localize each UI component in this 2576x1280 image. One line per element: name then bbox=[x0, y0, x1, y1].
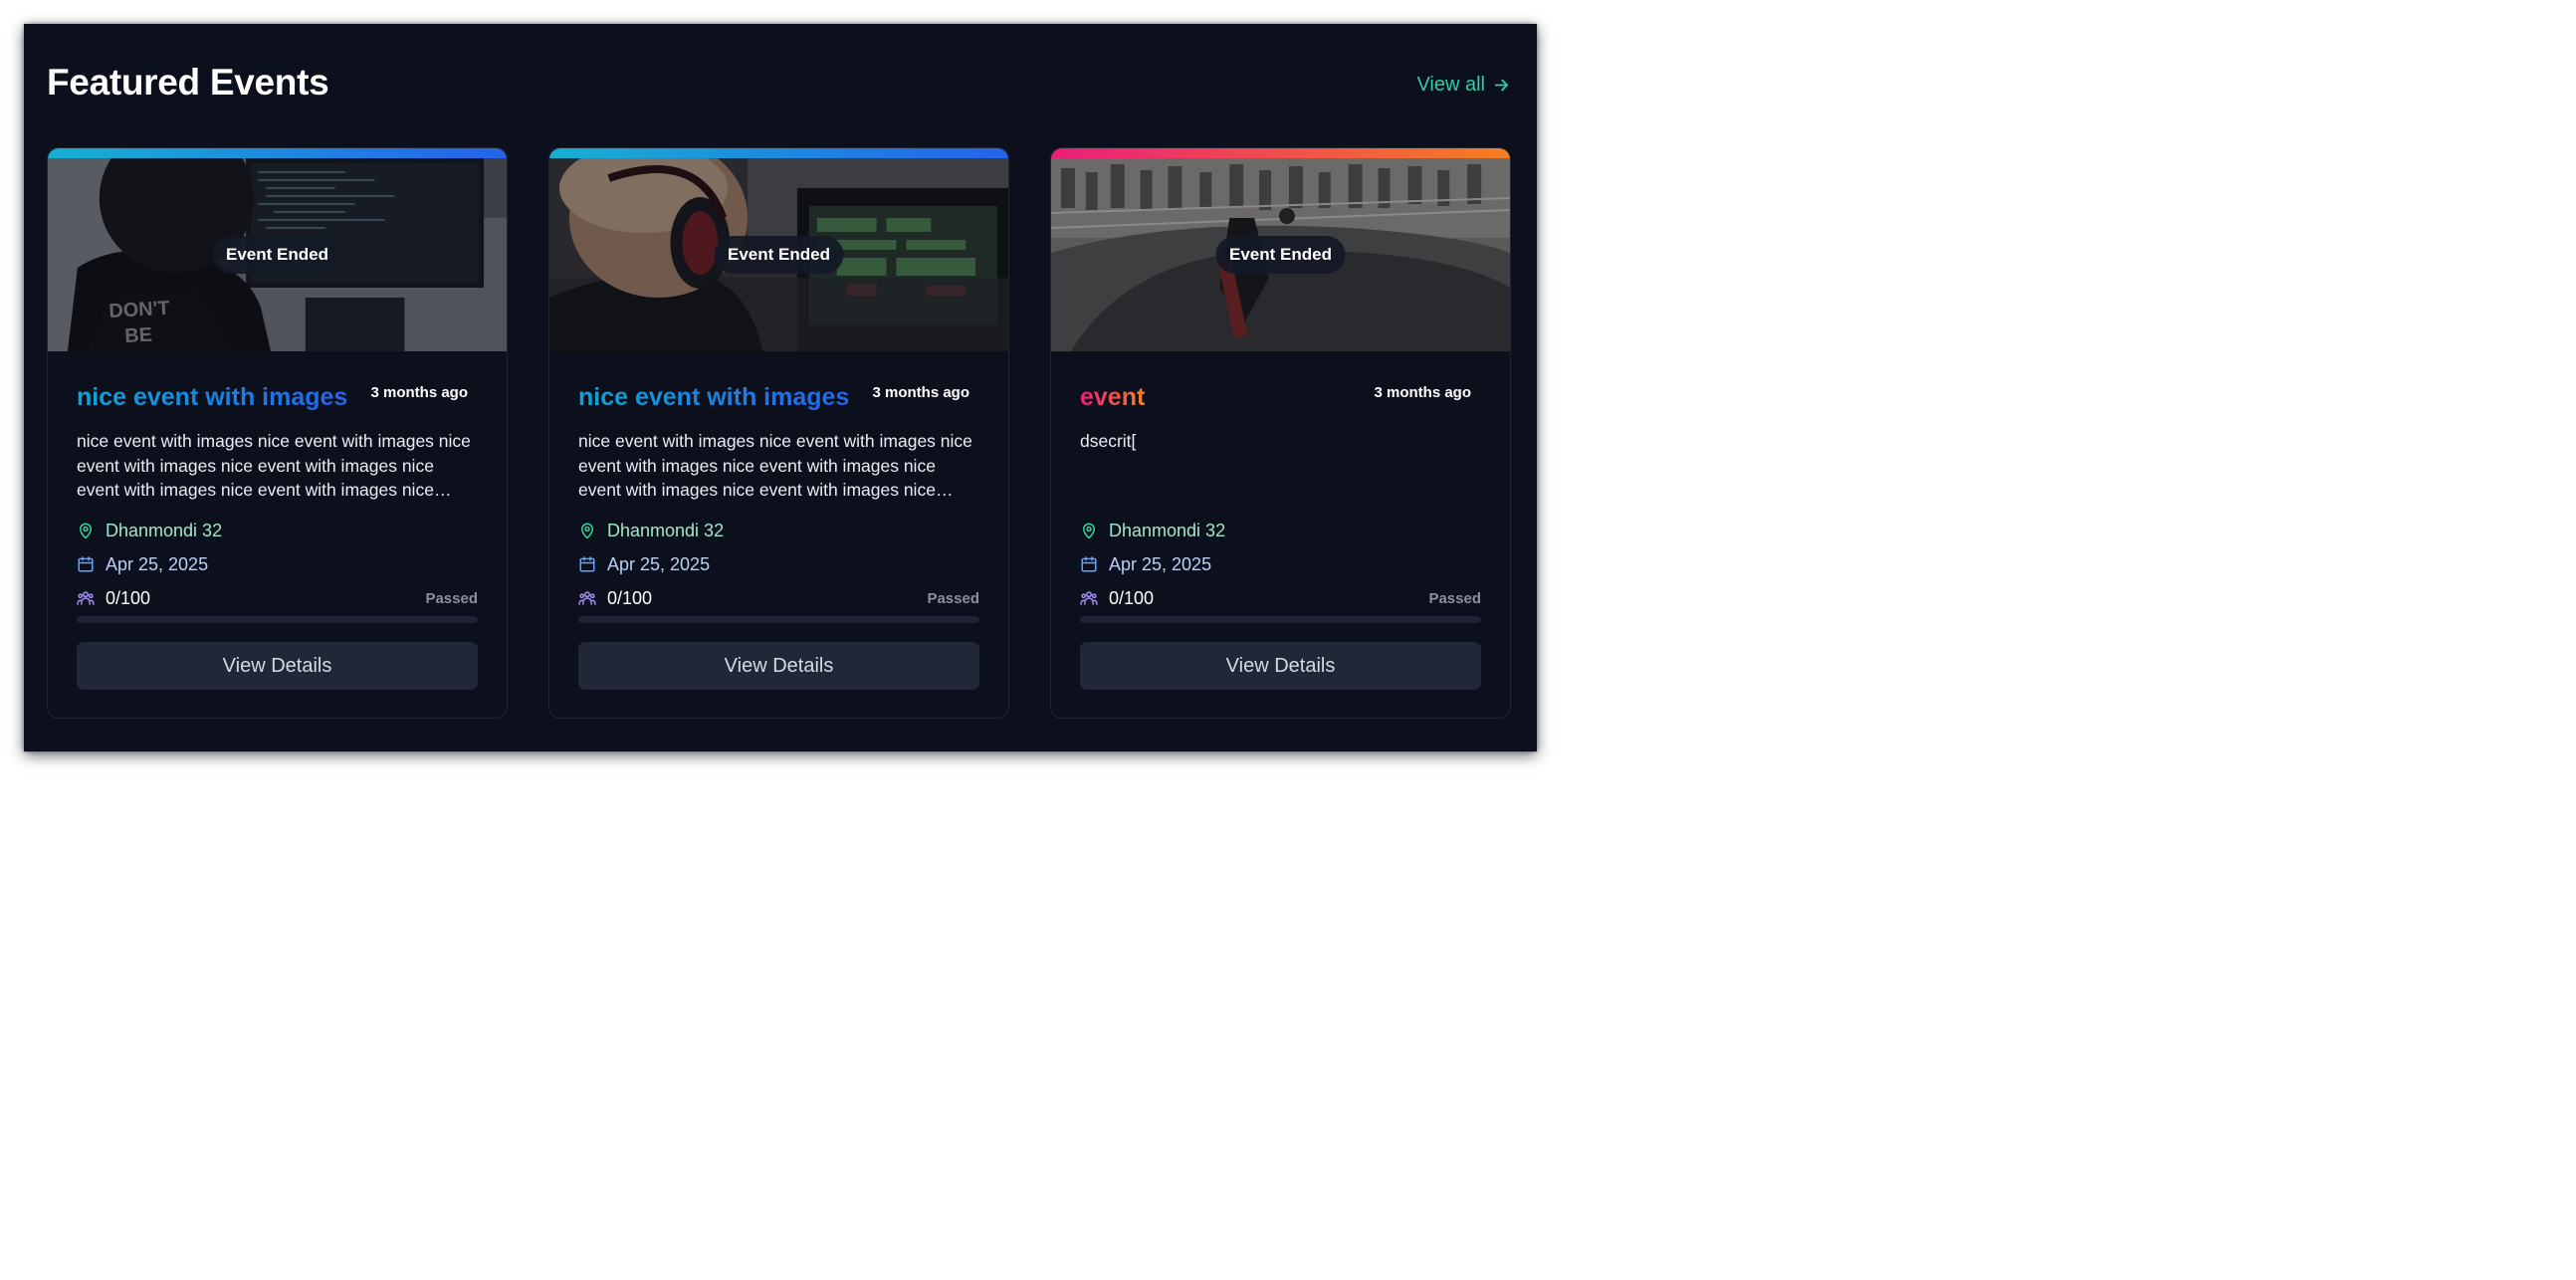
event-location: Dhanmondi 32 bbox=[578, 519, 979, 542]
date-text: Apr 25, 2025 bbox=[607, 553, 711, 574]
event-description: nice event with images nice event with i… bbox=[578, 431, 972, 500]
event-location: Dhanmondi 32 bbox=[77, 519, 478, 542]
event-card[interactable]: Event Ended nice event with images 3 mon… bbox=[548, 147, 1009, 719]
map-pin-icon bbox=[581, 523, 593, 539]
event-title[interactable]: nice event with images bbox=[77, 379, 347, 415]
event-image: Event Ended bbox=[549, 158, 1008, 351]
users-icon bbox=[1080, 591, 1098, 605]
time-ago: 3 months ago bbox=[872, 384, 969, 401]
time-ago: 3 months ago bbox=[370, 384, 468, 401]
view-details-button[interactable]: View Details bbox=[77, 642, 478, 690]
location-text: Dhanmondi 32 bbox=[607, 520, 725, 540]
date-text: Apr 25, 2025 bbox=[1109, 553, 1212, 574]
event-capacity: 0/100 bbox=[77, 586, 478, 610]
event-title[interactable]: event bbox=[1080, 379, 1145, 415]
view-all-label: View all bbox=[1416, 74, 1485, 96]
users-icon bbox=[77, 591, 95, 605]
event-ended-badge: Event Ended bbox=[1215, 236, 1346, 274]
calendar-icon bbox=[78, 556, 94, 572]
event-card[interactable]: DON'T BE Event Ended nice event with ima… bbox=[47, 147, 508, 719]
event-description: nice event with images nice event with i… bbox=[77, 431, 471, 500]
event-ended-badge: Event Ended bbox=[212, 236, 342, 274]
registration-progress bbox=[77, 616, 478, 623]
event-image: Event Ended bbox=[1051, 158, 1510, 351]
registration-progress bbox=[1080, 616, 1481, 623]
card-accent-bar bbox=[48, 148, 507, 158]
status-label: Passed bbox=[927, 590, 979, 607]
card-accent-bar bbox=[1051, 148, 1510, 158]
event-date: Apr 25, 2025 bbox=[578, 552, 979, 576]
location-text: Dhanmondi 32 bbox=[106, 520, 223, 540]
event-ended-badge: Event Ended bbox=[714, 236, 844, 274]
date-text: Apr 25, 2025 bbox=[106, 553, 209, 574]
card-accent-bar bbox=[549, 148, 1008, 158]
event-date: Apr 25, 2025 bbox=[77, 552, 478, 576]
location-text: Dhanmondi 32 bbox=[1109, 520, 1226, 540]
users-icon bbox=[578, 591, 596, 605]
capacity-text: 0/100 bbox=[607, 587, 653, 608]
map-pin-icon bbox=[80, 523, 92, 539]
event-card[interactable]: Event Ended event 3 months ago dsecrit[ … bbox=[1050, 147, 1511, 719]
calendar-icon bbox=[1081, 556, 1097, 572]
event-location: Dhanmondi 32 bbox=[1080, 519, 1481, 542]
time-ago: 3 months ago bbox=[1374, 384, 1471, 401]
featured-events-section: Featured Events View all DON'T BE Event … bbox=[24, 24, 1537, 751]
view-details-button[interactable]: View Details bbox=[1080, 642, 1481, 690]
event-image: DON'T BE Event Ended bbox=[48, 158, 507, 351]
capacity-text: 0/100 bbox=[1109, 587, 1155, 608]
event-capacity: 0/100 bbox=[578, 586, 979, 610]
event-date: Apr 25, 2025 bbox=[1080, 552, 1481, 576]
event-capacity: 0/100 bbox=[1080, 586, 1481, 610]
capacity-text: 0/100 bbox=[106, 587, 151, 608]
calendar-icon bbox=[579, 556, 595, 572]
view-details-button[interactable]: View Details bbox=[578, 642, 979, 690]
status-label: Passed bbox=[1428, 590, 1481, 607]
section-title: Featured Events bbox=[47, 62, 329, 103]
arrow-right-icon bbox=[1494, 79, 1509, 92]
map-pin-icon bbox=[1083, 523, 1095, 539]
event-title[interactable]: nice event with images bbox=[578, 379, 849, 415]
view-all-link[interactable]: View all bbox=[1416, 74, 1510, 97]
registration-progress bbox=[578, 616, 979, 623]
event-description: dsecrit[ bbox=[1080, 431, 1137, 451]
status-label: Passed bbox=[425, 590, 478, 607]
